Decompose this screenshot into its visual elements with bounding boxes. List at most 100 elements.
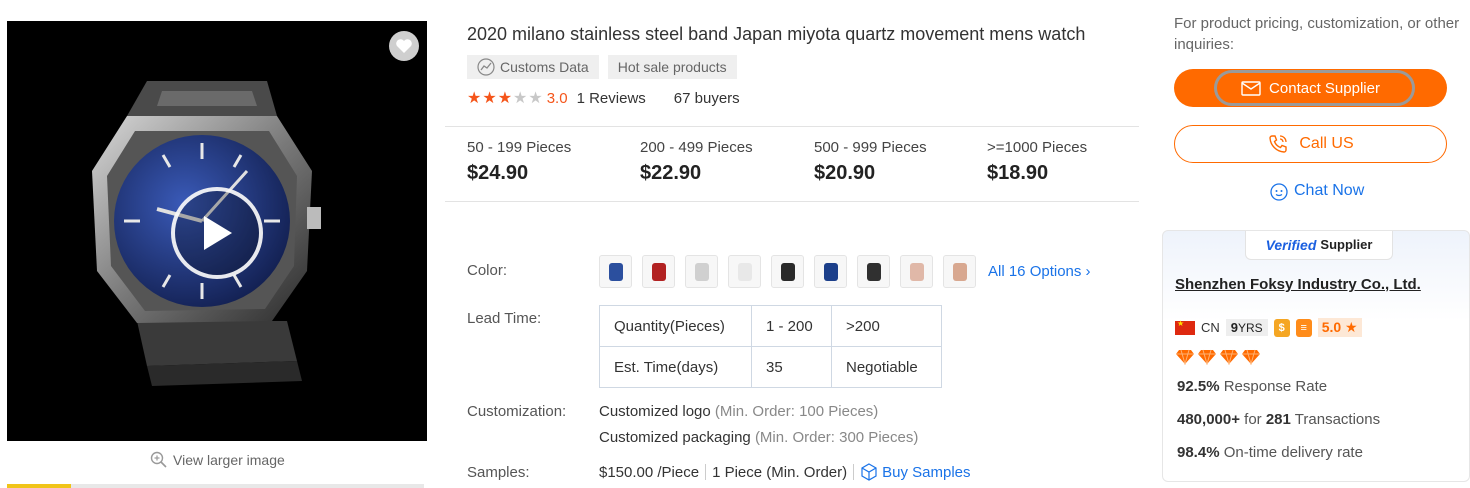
reviews-link[interactable]: 1 Reviews <box>577 90 646 107</box>
customization-item: Customized logo (Min. Order: 100 Pieces) <box>599 403 878 420</box>
transactions-for: for <box>1244 411 1262 428</box>
star-icon: ★ <box>528 89 543 107</box>
color-swatch[interactable] <box>814 255 847 288</box>
color-swatch[interactable] <box>771 255 804 288</box>
swatch-watch-thumbnail <box>737 262 752 281</box>
response-rate-value: 92.5% <box>1177 378 1220 395</box>
diamond-icon <box>1198 349 1216 365</box>
customs-data-label: Customs Data <box>500 59 589 75</box>
star-icon: ★ <box>482 89 497 107</box>
chat-now-button[interactable]: Chat Now <box>1269 181 1364 201</box>
samples-label: Samples: <box>467 464 530 481</box>
transactions-label: Transactions <box>1294 411 1381 428</box>
customization-label: Customization: <box>467 403 567 420</box>
color-swatch[interactable] <box>599 255 632 288</box>
customization-item: Customized packaging (Min. Order: 300 Pi… <box>599 429 918 446</box>
assessed-supplier-icon: ≡ <box>1295 318 1312 337</box>
inquiry-text: For product pricing, customization, or o… <box>1174 15 1460 53</box>
view-larger-image-link[interactable]: View larger image <box>150 451 285 468</box>
samples-row: $150.00 /Piece 1 Piece (Min. Order) Buy … <box>599 463 971 481</box>
table-cell: >200 <box>831 305 942 347</box>
color-swatch[interactable] <box>900 255 933 288</box>
tier-range: 500 - 999 Pieces <box>814 139 927 156</box>
rating-row: ★ ★ ★ ★ ★ 3.0 1 Reviews 67 buyers <box>467 90 740 107</box>
supplier-card: Verified Supplier Shenzhen Foksy Industr… <box>1162 230 1470 482</box>
mail-icon <box>1241 80 1261 96</box>
tier-price: $22.90 <box>640 162 702 184</box>
country-code: CN <box>1201 320 1220 335</box>
buyers-count: 67 buyers <box>673 90 740 107</box>
years-badge: 9YRS <box>1225 319 1268 336</box>
chat-face-icon <box>1270 183 1288 201</box>
tier-price: $18.90 <box>987 162 1049 184</box>
supplier-score: 5.0 ★ <box>1317 318 1362 337</box>
transactions-count: 281 <box>1265 411 1291 428</box>
transactions-value: 480,000+ <box>1177 411 1240 428</box>
customization-min-order: (Min. Order: 300 Pieces) <box>754 429 919 446</box>
divider <box>705 464 707 480</box>
star-icon: ★ <box>467 89 482 107</box>
transactions: 480,000+ for 281 Transactions <box>1177 411 1380 428</box>
play-video-button[interactable] <box>171 187 263 279</box>
table-row: Est. Time(days) 35 Negotiable <box>599 346 942 388</box>
swatch-watch-thumbnail <box>694 262 709 281</box>
color-swatch[interactable] <box>857 255 890 288</box>
swatch-watch-thumbnail <box>651 262 666 281</box>
product-tags: Customs Data Hot sale products <box>467 55 737 79</box>
view-larger-label: View larger image <box>173 451 285 468</box>
hot-sale-tag[interactable]: Hot sale products <box>607 55 737 79</box>
table-cell: Est. Time(days) <box>599 346 752 388</box>
verified-label: Verified <box>1265 236 1317 253</box>
tier-price: $20.90 <box>814 162 876 184</box>
diamond-rating <box>1175 349 1261 365</box>
price-tier: 200 - 499 Pieces $22.90 <box>640 139 753 185</box>
play-icon <box>204 216 232 250</box>
customization-name: Customized packaging <box>599 429 751 446</box>
on-time-delivery: 98.4% On-time delivery rate <box>1177 444 1363 461</box>
swatch-watch-thumbnail <box>780 262 795 281</box>
supplier-label: Supplier <box>1320 237 1373 252</box>
customization-min-order: (Min. Order: 100 Pieces) <box>714 403 879 420</box>
trend-chart-icon <box>477 58 495 76</box>
sample-min-order: 1 Piece (Min. Order) <box>712 463 848 481</box>
gold-supplier-icon: $ <box>1273 318 1290 337</box>
contact-supplier-button[interactable]: Contact Supplier <box>1174 69 1447 107</box>
color-swatch[interactable] <box>728 255 761 288</box>
phone-icon <box>1269 135 1288 153</box>
table-cell: Negotiable <box>831 346 942 388</box>
diamond-icon <box>1220 349 1238 365</box>
color-swatch[interactable] <box>685 255 718 288</box>
favorite-heart-icon[interactable] <box>389 31 419 61</box>
call-us-label: Call US <box>1299 135 1354 152</box>
swatch-watch-thumbnail <box>909 262 924 281</box>
buy-samples-link[interactable]: Buy Samples <box>860 463 971 481</box>
star-icon: ★ <box>497 89 513 107</box>
verified-supplier-badge[interactable]: Verified Supplier <box>1245 231 1393 260</box>
product-image-viewer[interactable] <box>7 21 427 441</box>
company-name-link[interactable]: Shenzhen Foksy Industry Co., Ltd. <box>1175 276 1421 293</box>
diamond-icon <box>1176 349 1194 365</box>
all-options-link[interactable]: All 16 Options › <box>988 263 1091 280</box>
customs-data-tag[interactable]: Customs Data <box>467 55 599 79</box>
contact-supplier-label: Contact Supplier <box>1269 79 1380 97</box>
color-swatch[interactable] <box>943 255 976 288</box>
response-rate-label: Response Rate <box>1223 378 1328 395</box>
response-rate: 92.5% Response Rate <box>1177 378 1327 395</box>
thumbnail-strip[interactable] <box>7 484 424 488</box>
table-row: Quantity(Pieces) 1 - 200 >200 <box>599 305 942 347</box>
price-tier: 500 - 999 Pieces $20.90 <box>814 139 927 185</box>
lead-time-label: Lead Time: <box>467 310 542 327</box>
all-options-label: All 16 Options <box>988 263 1082 280</box>
sample-price: $150.00 /Piece <box>599 463 700 481</box>
rating-score: 3.0 <box>546 90 568 107</box>
hot-sale-label: Hot sale products <box>617 59 727 75</box>
tier-range: >=1000 Pieces <box>987 139 1088 156</box>
divider <box>853 464 855 480</box>
call-us-button[interactable]: Call US <box>1174 125 1447 163</box>
color-label: Color: <box>467 262 508 279</box>
table-cell: 35 <box>751 346 832 388</box>
price-tiers: 50 - 199 Pieces $24.90 200 - 499 Pieces … <box>445 126 1139 202</box>
color-swatch[interactable] <box>642 255 675 288</box>
color-swatches: All 16 Options › <box>599 255 1091 288</box>
zoom-icon <box>150 451 167 468</box>
